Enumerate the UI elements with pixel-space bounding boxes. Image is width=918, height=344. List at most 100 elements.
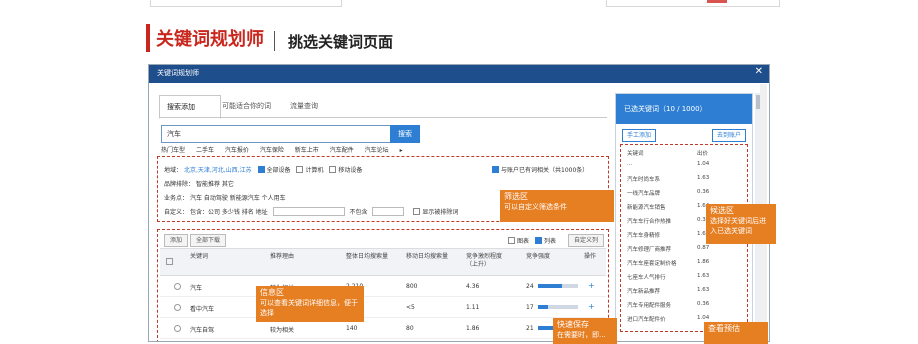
col-action: 操作: [584, 253, 597, 260]
col-total-search[interactable]: 整体日均搜索量: [346, 253, 390, 261]
cell-strength: 21: [526, 325, 534, 332]
manual-add-button[interactable]: 手工添加: [622, 129, 657, 142]
cell-mobile-search: <5: [406, 304, 415, 311]
slide-separator: [274, 31, 275, 51]
panel-col-keyword: 关键词: [627, 151, 644, 157]
business-label: 业务点：: [164, 195, 189, 202]
selected-keyword-item[interactable]: 汽车修理厂商推荐: [627, 245, 671, 253]
tab-suggested-words[interactable]: 可能适合你的词: [215, 95, 278, 117]
callout-candidate: 候选区 选择好关键词后进入已选关键词: [706, 204, 776, 244]
device-pc-label: 计算机: [305, 167, 324, 174]
brand-label: 品牌排除：: [164, 181, 195, 188]
device-all-checkbox[interactable]: [257, 166, 265, 173]
chevron-right-icon[interactable]: ▸: [400, 147, 403, 154]
col-keyword[interactable]: 关键词: [190, 253, 234, 261]
callout-info: 信息区 可以查看关键词详细信息，便于选择: [256, 286, 364, 322]
show-excluded-checkbox[interactable]: [413, 208, 421, 215]
add-keyword-icon[interactable]: +: [588, 281, 595, 290]
callout-candidate-sub: 选择好关键词后进入已选关键词: [710, 217, 766, 235]
suggestion-item[interactable]: 新车上市: [295, 147, 319, 154]
selected-keyword-bid[interactable]: 0.87: [697, 245, 709, 251]
row-checkbox[interactable]: [174, 304, 181, 311]
selected-keyword-item[interactable]: 汽车新品推荐: [627, 287, 660, 295]
cell-keyword: 汽车自驾: [190, 327, 215, 334]
callout-filter-title: 筛选区: [504, 192, 528, 201]
table-row[interactable]: 汽车较为相关2,2108004.3624+: [160, 276, 606, 297]
tab-search-add[interactable]: 搜索添加: [159, 95, 221, 119]
custom-label: 自定义：: [164, 209, 189, 216]
go-to-account-button[interactable]: 去到账户: [711, 129, 746, 142]
selected-keyword-item[interactable]: 一线汽车品牌: [627, 189, 660, 197]
selected-keyword-bid[interactable]: 0.36: [697, 301, 709, 307]
selected-keyword-item[interactable]: 汽车车座套定制价格: [627, 259, 677, 267]
keyword-search-input[interactable]: 汽车: [161, 125, 391, 143]
include-input[interactable]: [272, 207, 345, 216]
add-keyword-icon[interactable]: +: [588, 302, 595, 311]
suggestion-item[interactable]: 汽车报价: [225, 147, 249, 154]
suggestion-item[interactable]: 二手车: [196, 147, 214, 154]
add-button[interactable]: 添加: [164, 234, 189, 247]
exclude-input[interactable]: [372, 207, 405, 216]
view-chart-label[interactable]: 图表: [517, 238, 529, 245]
suggestion-item[interactable]: 汽车配件: [330, 147, 354, 154]
callout-filter: 筛选区 可以自定义筛选条件: [500, 190, 614, 222]
window-title: 关键词规划师: [157, 69, 199, 77]
download-all-button[interactable]: 全部下载: [190, 234, 227, 247]
table-row[interactable]: 汽车自驾较为相关140801.8621+: [160, 318, 606, 339]
row-checkbox[interactable]: [174, 283, 181, 290]
search-button[interactable]: 搜索: [390, 125, 420, 143]
custom-columns-button[interactable]: 自定义列: [568, 234, 605, 247]
slide-accent-bar: [146, 24, 150, 52]
brand-values[interactable]: 智能推荐 其它: [196, 181, 234, 188]
region-label: 地域：: [164, 167, 183, 174]
col-competition[interactable]: 竞争激烈程度（上升）: [466, 253, 510, 269]
info-area: 添加 全部下载 图表 列表 自定义列 关键词 推荐理由 整体日均搜索量 移动日均…: [157, 229, 609, 341]
cell-keyword: 汽车: [190, 285, 203, 292]
selected-keyword-item[interactable]: ...: [627, 161, 632, 167]
selected-keyword-item[interactable]: 七座车人气排行: [627, 273, 666, 281]
cell-strength: 17: [526, 304, 534, 311]
slide-title: 关键词规划师: [156, 29, 264, 50]
selected-keyword-item[interactable]: 新能源汽车销售: [627, 203, 666, 211]
col-strength[interactable]: 竞争强度: [526, 253, 570, 261]
selected-keyword-bid[interactable]: 1.86: [697, 259, 709, 265]
selected-keyword-item[interactable]: 汽车车身精修: [627, 231, 660, 239]
strength-bar-fill: [538, 326, 554, 330]
slide-subtitle: 挑选关键词页面: [288, 33, 394, 51]
chart-view-checkbox[interactable]: [508, 237, 515, 244]
col-reason[interactable]: 推荐理由: [270, 253, 314, 261]
suggestion-item[interactable]: 汽车论坛: [365, 147, 389, 154]
selected-keyword-item[interactable]: 汽车时尚车系: [627, 175, 660, 183]
related-toggle-checkbox[interactable]: [492, 166, 499, 173]
selected-keyword-bid[interactable]: 0.36: [697, 189, 709, 195]
cell-total-search: 140: [346, 325, 358, 332]
tab-traffic-query[interactable]: 流量查询: [283, 95, 325, 117]
device-pc-checkbox[interactable]: [296, 166, 304, 173]
callout-info-title: 信息区: [260, 288, 284, 297]
suggestion-item[interactable]: 汽车保险: [260, 147, 284, 154]
view-list-label[interactable]: 列表: [544, 238, 556, 245]
selected-keyword-item[interactable]: 汽车车行合作热推: [627, 217, 671, 225]
select-all-checkbox[interactable]: [166, 258, 173, 265]
selected-keyword-bid[interactable]: 1.63: [697, 273, 709, 279]
device-mobile-checkbox[interactable]: [329, 166, 337, 173]
strength-bar-fill: [538, 284, 562, 288]
panel-title: 已选关键词（10 / 1000）: [624, 105, 707, 113]
selected-keyword-item[interactable]: 进口汽车配件价: [627, 315, 666, 323]
selected-keyword-bid[interactable]: 1.63: [697, 287, 709, 293]
close-icon[interactable]: ✕: [755, 66, 763, 77]
selected-keyword-bid[interactable]: 1.04: [697, 315, 709, 321]
list-view-checkbox[interactable]: [534, 237, 542, 244]
table-row[interactable]: 看中汽车较为相关20<51.1117+: [160, 297, 606, 318]
selected-keyword-bid[interactable]: 1.63: [697, 175, 709, 181]
cell-mobile-search: 80: [406, 325, 414, 332]
strength-bar-fill: [538, 305, 548, 309]
selected-keyword-item[interactable]: 汽车专用配件服务: [627, 301, 671, 309]
row-checkbox[interactable]: [174, 325, 181, 332]
col-mobile-search[interactable]: 移动日均搜索量: [406, 253, 450, 261]
region-value[interactable]: 北京,天津,河北,山西,江苏: [184, 167, 252, 174]
callout-preview-title: 查看预估: [708, 324, 740, 333]
business-values[interactable]: 汽车 自动驾驶 新能源汽车 个人用车: [190, 195, 286, 202]
suggestion-item[interactable]: 热门车型: [161, 147, 185, 154]
selected-keyword-bid[interactable]: 1.04: [697, 161, 709, 167]
